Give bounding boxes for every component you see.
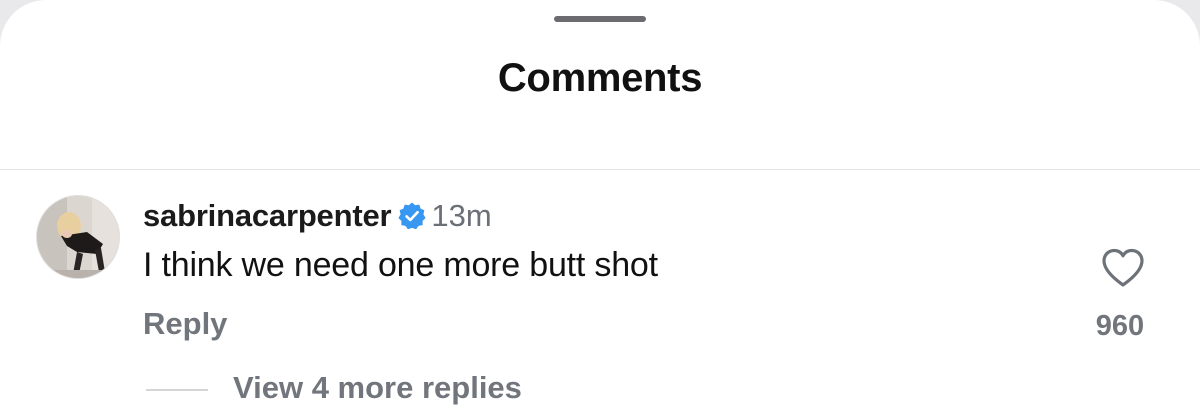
verified-badge-icon [397,201,427,231]
sheet-title: Comments [497,56,703,100]
like-count: 960 [1095,310,1145,342]
heart-outline-icon[interactable] [1100,246,1146,290]
comment-text: I think we need one more butt shot [143,246,658,284]
username[interactable]: sabrinacarpenter [143,198,392,234]
header-divider [0,169,1200,170]
comments-sheet: Comments sabrinacarpenter 13m I think we… [0,0,1200,414]
reply-button[interactable]: Reply [143,306,227,342]
replies-connector-line [146,389,208,391]
view-more-replies-button[interactable]: View 4 more replies [233,370,522,406]
comment-header: sabrinacarpenter 13m [143,196,492,236]
sheet-grabber-handle[interactable] [554,16,646,22]
comment-timestamp: 13m [431,198,492,233]
avatar[interactable] [37,196,119,278]
avatar-photo [37,196,119,278]
